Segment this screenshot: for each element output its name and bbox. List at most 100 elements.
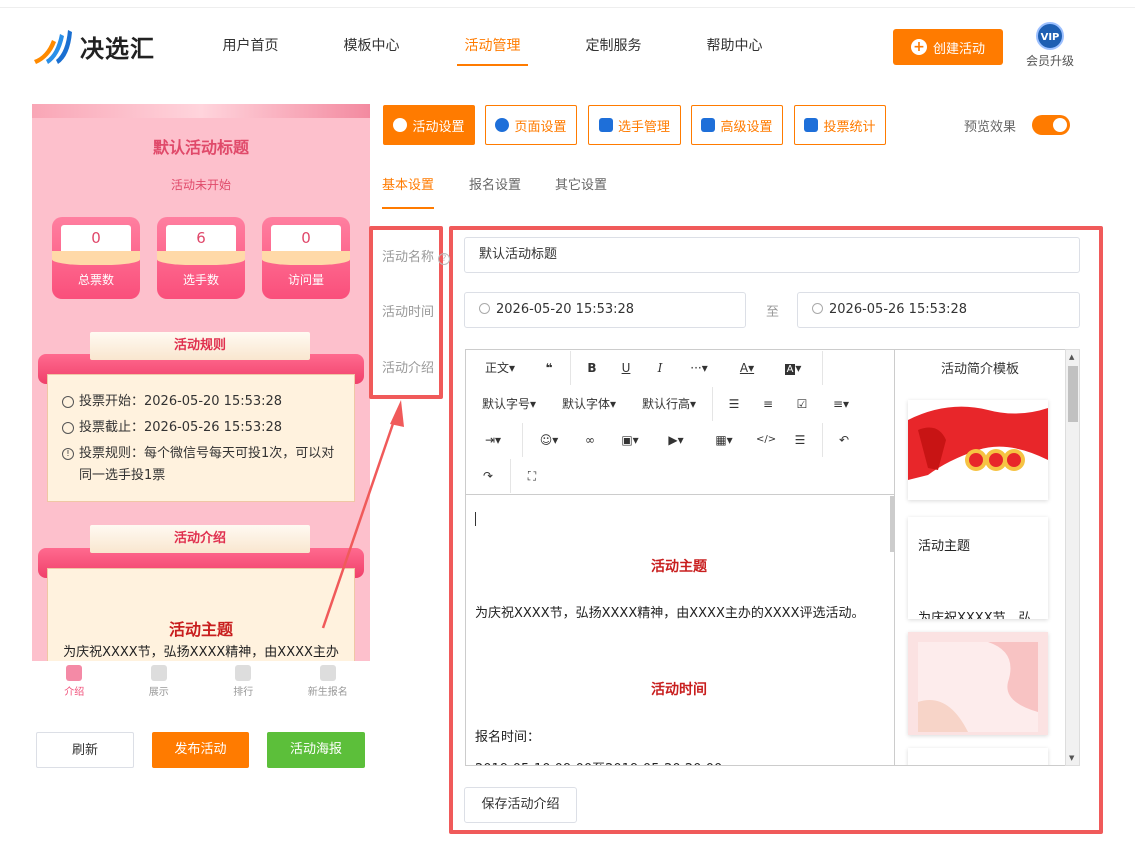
star-icon [393, 118, 408, 132]
tabbar-intro[interactable]: 介绍 [32, 661, 117, 705]
font-family-select[interactable]: 默认字体▾ [558, 394, 620, 414]
clock-icon [62, 396, 74, 408]
subtab-basic[interactable]: 基本设置 [382, 174, 434, 193]
publish-button[interactable]: 发布活动 [152, 732, 249, 768]
info-icon: ! [62, 448, 74, 460]
plus-icon: + [910, 39, 927, 55]
nav-activity-management[interactable]: 活动管理 [432, 24, 553, 68]
tab-page-settings[interactable]: 页面设置 [485, 105, 577, 145]
line-height-select[interactable]: 默认行高▾ [638, 394, 700, 414]
create-activity-button[interactable]: + 创建活动 [893, 29, 1003, 65]
italic-icon[interactable]: I [650, 358, 670, 378]
scroll-down-icon[interactable]: ▼ [1069, 754, 1074, 762]
preview-toggle[interactable] [1032, 115, 1070, 135]
user-icon [66, 665, 83, 681]
link-icon[interactable]: ∞ [580, 430, 600, 450]
tab-activity-settings[interactable]: 活动设置 [383, 105, 475, 145]
subtab-other[interactable]: 其它设置 [555, 174, 607, 193]
preview-toggle-label: 预览效果 [964, 120, 1017, 135]
scroll-up-icon[interactable]: ▲ [1069, 353, 1074, 361]
preview-desc: 为庆祝XXXX节，弘扬XXXX精神，由XXXX主办 [63, 645, 339, 660]
font-size-select[interactable]: 默认字号▾ [478, 394, 540, 414]
underline-icon[interactable]: U [616, 358, 636, 378]
activity-name-input[interactable]: 默认活动标题 [464, 237, 1080, 273]
code-icon[interactable]: </> [756, 430, 776, 450]
help-icon[interactable]: ? [438, 253, 451, 265]
tab-contestant-management[interactable]: 选手管理 [588, 105, 681, 145]
bold-icon[interactable]: B [582, 358, 602, 378]
template-card[interactable]: 活动主题 为庆祝XXXX节，弘 [908, 517, 1048, 619]
vip-badge-icon: VIP [1036, 22, 1064, 50]
table-icon[interactable]: ▦▾ [710, 430, 738, 450]
redo-icon[interactable]: ↷ [478, 466, 498, 486]
editor-paragraph: 为庆祝XXXX节，弘扬XXXX精神，由XXXX主办的XXXX评选活动。 [475, 606, 865, 621]
end-time-input[interactable]: 2026-05-26 15:53:28 [797, 292, 1080, 328]
checklist-icon[interactable]: ☑ [792, 394, 812, 414]
numbered-list-icon[interactable]: ≡ [758, 394, 778, 414]
heart-icon [235, 665, 252, 681]
tabbar-showcase[interactable]: 展示 [117, 661, 202, 705]
start-time-input[interactable]: 2026-05-20 15:53:28 [464, 292, 746, 328]
bar-chart-icon [804, 118, 819, 132]
fullscreen-icon[interactable]: ⛶ [522, 466, 542, 486]
users-icon [598, 118, 613, 132]
date-range-separator: 至 [766, 305, 780, 320]
refresh-button[interactable]: 刷新 [36, 732, 134, 768]
editor-scrollbar[interactable] [890, 496, 894, 552]
rule-start: 投票开始：2026-05-20 15:53:28 [48, 389, 354, 415]
rules-heading: 活动规则 [90, 332, 310, 360]
subtab-underline [382, 207, 434, 209]
header-divider [0, 7, 1135, 8]
brand-name: 决选汇 [80, 34, 155, 63]
tab-advanced-settings[interactable]: 高级设置 [691, 105, 783, 145]
subtab-signup[interactable]: 报名设置 [469, 174, 521, 193]
background-color-icon[interactable]: A ▾ [780, 358, 806, 378]
template-card[interactable] [908, 748, 1048, 765]
undo-icon[interactable]: ↶ [834, 430, 854, 450]
stat-value: 0 [91, 229, 101, 247]
activity-name-label: 活动名称 ? [382, 246, 451, 265]
rich-text-editor: 正文▾ ❝ B U I ···▾ A▾ A ▾ 默认字号▾ 默认字体▾ 默认行高▾… [465, 349, 895, 766]
tabbar-signup[interactable]: 新生报名 [286, 661, 371, 705]
festival-banner-image [908, 400, 1048, 500]
more-icon[interactable]: ···▾ [684, 358, 714, 378]
bullet-list-icon[interactable]: ☰ [724, 394, 744, 414]
font-color-icon[interactable]: A▾ [734, 358, 760, 378]
editor-content[interactable]: 活动主题 为庆祝XXXX节，弘扬XXXX精神，由XXXX主办的XXXX评选活动。… [466, 496, 892, 765]
tabbar-ranking[interactable]: 排行 [201, 661, 286, 705]
panel-scrollbar[interactable]: ▲ ▼ [1065, 349, 1080, 766]
stat-label: 选手数 [182, 273, 219, 287]
vip-upgrade[interactable]: VIP 会员升级 [1020, 22, 1080, 72]
indent-icon[interactable]: ⇥▾ [480, 430, 506, 450]
nav-custom-service[interactable]: 定制服务 [553, 24, 674, 68]
tab-vote-statistics[interactable]: 投票统计 [794, 105, 886, 145]
clock-icon [479, 303, 490, 314]
emoji-icon[interactable]: ☺▾ [536, 430, 562, 450]
preview-title: 默认活动标题 [152, 138, 249, 157]
vip-label: 会员升级 [1025, 54, 1074, 68]
divider-icon[interactable]: ☰ [790, 430, 810, 450]
scrollbar-thumb[interactable] [1068, 366, 1078, 422]
nav-templates[interactable]: 模板中心 [311, 24, 432, 68]
template-card[interactable] [908, 632, 1048, 735]
quote-icon[interactable]: ❝ [538, 358, 560, 378]
align-icon[interactable]: ≡▾ [828, 394, 854, 414]
video-icon[interactable]: ▶▾ [662, 430, 690, 450]
stat-value: 0 [301, 229, 311, 247]
poster-button[interactable]: 活动海报 [267, 732, 365, 768]
nav-help[interactable]: 帮助中心 [674, 24, 795, 68]
nav-home[interactable]: 用户首页 [190, 24, 311, 68]
stat-value: 6 [196, 229, 206, 247]
clock-icon [812, 303, 823, 314]
text-cursor [475, 512, 476, 526]
paragraph-select[interactable]: 正文▾ [480, 358, 520, 378]
editor-heading-theme: 活动主题 [651, 559, 707, 575]
brand-logo[interactable]: 决选汇 [32, 26, 172, 66]
activity-intro-label: 活动介绍 [382, 361, 435, 376]
editor-toolbar: 正文▾ ❝ B U I ···▾ A▾ A ▾ 默认字号▾ 默认字体▾ 默认行高▾… [466, 350, 894, 495]
image-icon[interactable]: ▣▾ [616, 430, 644, 450]
main-nav: 用户首页 模板中心 活动管理 定制服务 帮助中心 [190, 24, 795, 68]
template-card[interactable] [908, 400, 1048, 500]
save-intro-button[interactable]: 保存活动介绍 [464, 787, 577, 823]
gallery-icon [150, 665, 167, 681]
